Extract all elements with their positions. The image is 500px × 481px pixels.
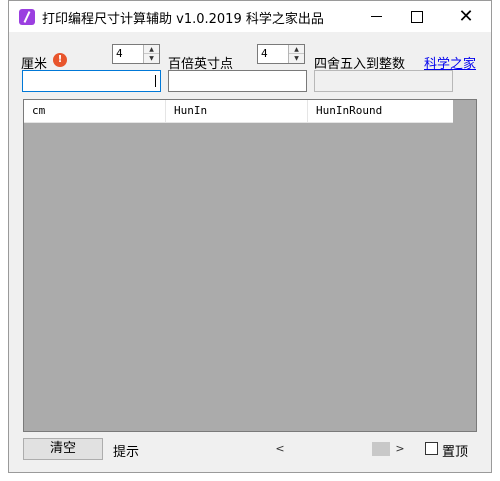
hunin-decimals-spinner[interactable]: 4 ▲ ▼	[257, 44, 305, 64]
cm-decimals-spinner[interactable]: 4 ▲ ▼	[112, 44, 160, 64]
listview-header: cm HunIn HunInRound	[24, 100, 453, 123]
cm-spin-value: 4	[116, 47, 123, 60]
topmost-label[interactable]: 置顶	[442, 441, 468, 460]
results-listview[interactable]: cm HunIn HunInRound	[23, 99, 477, 432]
minimize-button[interactable]	[353, 1, 399, 32]
hunin-input[interactable]	[168, 70, 307, 92]
round-input	[314, 70, 453, 92]
hunin-spin-value: 4	[261, 47, 268, 60]
error-icon: !	[53, 53, 67, 67]
scroll-thumb[interactable]	[372, 442, 390, 456]
close-icon: ✕	[458, 5, 474, 27]
window-title: 打印编程尺寸计算辅助 v1.0.2019 科学之家出品	[42, 12, 324, 27]
scroll-left-icon[interactable]: <	[272, 440, 288, 458]
hunin-spin-buttons[interactable]: ▲ ▼	[288, 45, 304, 63]
column-header-hunin-round[interactable]: HunInRound	[308, 100, 453, 122]
spin-down-icon[interactable]: ▼	[289, 54, 304, 63]
horizontal-scrollbar[interactable]: < >	[272, 440, 410, 458]
spin-up-icon[interactable]: ▲	[289, 45, 304, 54]
column-header-hunin[interactable]: HunIn	[166, 100, 308, 122]
column-header-cm[interactable]: cm	[24, 100, 166, 122]
clear-button[interactable]: 清空	[23, 438, 103, 460]
spin-up-icon[interactable]: ▲	[144, 45, 159, 54]
main-window: 打印编程尺寸计算辅助 v1.0.2019 科学之家出品 ✕ 厘米 ! 4 ▲ ▼…	[8, 0, 492, 473]
maximize-icon	[411, 10, 423, 23]
cm-input[interactable]	[22, 70, 161, 92]
maximize-button[interactable]	[394, 1, 440, 32]
topmost-checkbox[interactable]	[425, 442, 438, 455]
app-icon	[19, 9, 35, 25]
spin-down-icon[interactable]: ▼	[144, 54, 159, 63]
text-caret	[155, 75, 156, 87]
title-bar[interactable]: 打印编程尺寸计算辅助 v1.0.2019 科学之家出品 ✕	[9, 1, 491, 32]
scroll-right-icon[interactable]: >	[392, 440, 408, 458]
minimize-icon	[370, 16, 382, 17]
hint-label: 提示	[113, 445, 140, 460]
cm-spin-buttons[interactable]: ▲ ▼	[143, 45, 159, 63]
close-button[interactable]: ✕	[443, 1, 489, 32]
